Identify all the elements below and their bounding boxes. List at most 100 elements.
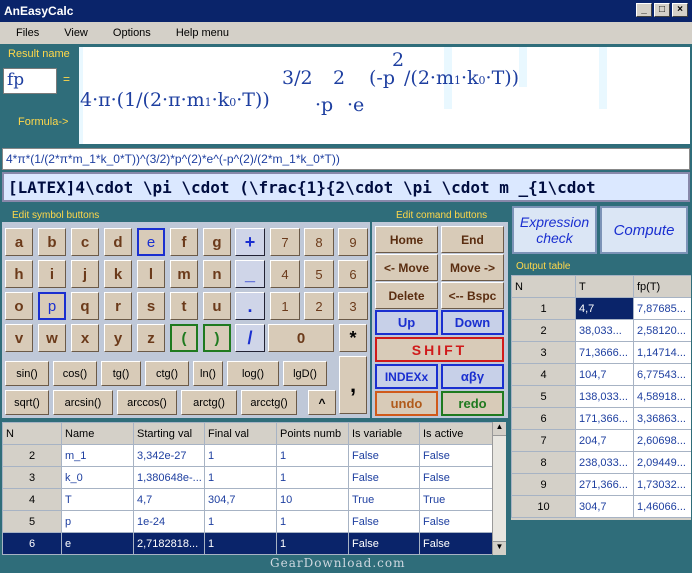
output-cell[interactable]: 138,033... [575,385,634,408]
variable-cell[interactable]: T [61,488,134,511]
menu-view[interactable]: View [48,27,97,39]
variable-cell[interactable]: False [419,444,493,467]
letter-button[interactable]: i [38,260,66,288]
redo-button[interactable]: redo [441,391,504,416]
variable-cell[interactable]: 1e-24 [133,510,205,533]
variable-cell[interactable]: 1 [276,532,349,555]
variable-row[interactable]: 2 m_1 3,342e-27 1 1 False False [2,444,493,467]
output-cell[interactable]: 1,73032... [633,473,691,496]
variable-cell[interactable]: False [348,510,420,533]
output-column-header[interactable]: fp(T) [633,275,691,298]
variable-column-header[interactable]: Starting val [133,422,205,445]
variable-row[interactable]: 5 p 1e-24 1 1 False False [2,510,493,533]
operator-button[interactable]: / [235,324,265,352]
letter-button[interactable]: g [203,228,231,256]
comma-button[interactable]: , [339,356,367,414]
variable-cell[interactable]: False [419,532,493,555]
digit-button[interactable]: 4 [270,260,300,288]
variable-cell[interactable]: e [61,532,134,555]
operator-button[interactable]: + [235,228,265,256]
variable-cell[interactable]: 304,7 [204,488,277,511]
variable-row[interactable]: 6 e 2,7182818... 1 1 False False [2,532,493,555]
letter-button[interactable]: c [71,228,99,256]
operator-button[interactable]: . [235,292,265,320]
output-row[interactable]: 4 104,7 6,77543... [511,363,691,386]
multiply-button[interactable]: * [339,324,367,352]
formula-display[interactable]: 4·π·(1/(2·π·m1·k0·T)) 3/2 ·p 2 ·e (-p 2 … [79,47,690,144]
letter-button[interactable]: f [170,228,198,256]
output-row[interactable]: 3 71,3666... 1,14714... [511,341,691,364]
function-button[interactable]: arctg() [181,390,237,415]
variable-cell[interactable]: True [419,488,493,511]
minimize-button[interactable]: _ [636,3,652,17]
output-cell[interactable]: 4,58918... [633,385,691,408]
down-button[interactable]: Down [441,310,504,335]
function-button[interactable]: log() [227,361,279,386]
digit-button[interactable]: 8 [304,228,334,256]
variable-cell[interactable]: 10 [276,488,349,511]
letter-button[interactable]: y [104,324,132,352]
output-row-number[interactable]: 6 [511,407,576,430]
function-button[interactable]: lgD() [283,361,327,386]
variable-row[interactable]: 3 k_0 1,380648e-... 1 1 False False [2,466,493,489]
variables-table[interactable]: N Name Starting val Final val Points numb Is … [2,422,506,555]
output-row[interactable]: 10 304,7 1,46066... [511,495,691,518]
letter-button[interactable]: b [38,228,66,256]
letter-button[interactable]: q [71,292,99,320]
variable-cell[interactable]: False [419,510,493,533]
variable-row-number[interactable]: 2 [2,444,62,467]
variable-row-number[interactable]: 4 [2,488,62,511]
output-cell[interactable]: 204,7 [575,429,634,452]
variable-row-number[interactable]: 5 [2,510,62,533]
digit-0-button[interactable]: 0 [268,324,334,352]
variable-row-number[interactable]: 6 [2,532,62,555]
delete-button[interactable]: Delete [375,282,438,309]
output-column-header[interactable]: T [575,275,634,298]
output-table[interactable]: N Tfp(T) 1 4,7 7,87685... 2 38,033... 2,58120.… [511,275,691,520]
function-button[interactable]: arccos() [117,390,177,415]
output-cell[interactable]: 2,58120... [633,319,691,342]
letter-button[interactable]: ( [170,324,198,352]
variable-column-header[interactable]: N [2,422,62,445]
output-cell[interactable]: 1,14714... [633,341,691,364]
output-column-header[interactable]: N [511,275,576,298]
digit-button[interactable]: 9 [338,228,368,256]
function-button[interactable]: arcsin() [53,390,113,415]
function-button[interactable]: cos() [53,361,97,386]
letter-button[interactable]: x [71,324,99,352]
letter-button[interactable]: ) [203,324,231,352]
index-button[interactable]: INDEXx [375,364,438,389]
letter-button[interactable]: z [137,324,165,352]
output-row[interactable]: 1 4,7 7,87685... [511,297,691,320]
menu-options[interactable]: Options [97,27,160,39]
variable-cell[interactable]: m_1 [61,444,134,467]
expression-check-button[interactable]: Expression check [512,206,597,254]
variable-column-header[interactable]: Is variable [348,422,420,445]
variable-column-header[interactable]: Name [61,422,134,445]
letter-button[interactable]: s [137,292,165,320]
expression-input[interactable]: 4*π*(1/(2*π*m_1*k_0*T))^(3/2)*p^(2)*e^(-… [2,148,690,170]
output-row-number[interactable]: 3 [511,341,576,364]
maximize-button[interactable]: □ [654,3,670,17]
function-button[interactable]: arcctg() [241,390,297,415]
letter-button[interactable]: v [5,324,33,352]
function-button[interactable]: sin() [5,361,49,386]
variable-cell[interactable]: 4,7 [133,488,205,511]
variable-cell[interactable]: 1 [276,444,349,467]
variable-cell[interactable]: 3,342e-27 [133,444,205,467]
letter-button[interactable]: a [5,228,33,256]
variable-column-header[interactable]: Points numb [276,422,349,445]
digit-button[interactable]: 7 [270,228,300,256]
digit-button[interactable]: 5 [304,260,334,288]
variable-cell[interactable]: True [348,488,420,511]
output-cell[interactable]: 238,033... [575,451,634,474]
compute-button[interactable]: Compute [600,206,688,254]
variable-cell[interactable]: 1 [204,444,277,467]
output-row-number[interactable]: 5 [511,385,576,408]
output-cell[interactable]: 171,366... [575,407,634,430]
variable-cell[interactable]: p [61,510,134,533]
function-button[interactable]: tg() [101,361,141,386]
variable-row[interactable]: 4 T 4,7 304,7 10 True True [2,488,493,511]
output-row-number[interactable]: 4 [511,363,576,386]
up-button[interactable]: Up [375,310,438,335]
